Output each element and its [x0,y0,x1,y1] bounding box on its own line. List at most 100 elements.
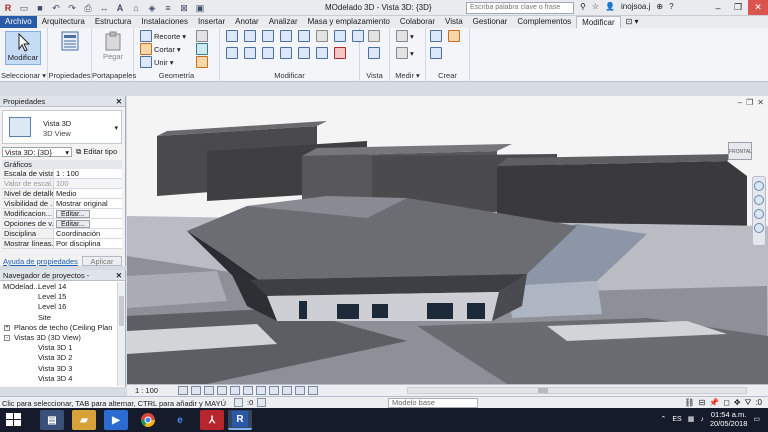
vp-close-icon[interactable]: ✕ [757,98,764,107]
align-icon[interactable] [226,30,238,42]
crop-view-icon[interactable] [242,386,253,395]
acrobat-icon[interactable]: ⅄ [200,410,224,430]
browser-item[interactable]: Vista 3D 2 [0,353,118,363]
temp-hide-icon[interactable] [281,386,292,395]
binoculars-icon[interactable]: ⚲ [580,2,586,11]
zoom-icon[interactable] [754,195,764,205]
scale-icon[interactable] [316,47,328,59]
text-icon[interactable]: A [114,2,126,14]
delete-icon[interactable] [334,47,346,59]
modify-button[interactable]: Modificar [5,31,41,65]
vp-minimize-icon[interactable]: – [738,98,742,107]
tab-anotar[interactable]: Anotar [230,16,264,28]
revit-taskbar-icon[interactable]: R [228,410,252,430]
offset-icon[interactable] [244,30,256,42]
redo-icon[interactable]: ↷ [66,2,78,14]
browser-item[interactable]: Vista 3D 4 [0,374,118,384]
restore-icon[interactable]: ❐ [728,0,748,15]
tab-instalaciones[interactable]: Instalaciones [136,16,193,28]
move-icon[interactable] [226,47,238,59]
steering-wheel-icon[interactable] [754,181,764,191]
open-icon[interactable]: ▭ [18,2,30,14]
chrome-icon[interactable] [136,410,160,430]
browser-item[interactable]: Vista 3D 3 [0,364,118,374]
tab-masa-emplazamiento[interactable]: Masa y emplazamiento [303,16,395,28]
view-cube[interactable]: FRONTAL [722,136,758,166]
group-graphics[interactable]: Gráficos [2,160,122,169]
tab-archivo[interactable]: Archivo [0,16,37,28]
filter-icon[interactable]: ⛛ [745,398,752,408]
clock[interactable]: 01:54 a.m. 20/05/2018 [710,410,748,428]
print-icon[interactable]: ⎙ [82,2,94,14]
section-icon[interactable]: ◈ [146,2,158,14]
edit-type-button[interactable]: ⧉ Editar tipo [76,147,117,157]
close-browser-icon[interactable]: ✕ [116,270,122,281]
apply-button[interactable]: Aplicar [82,256,122,266]
browser-item[interactable]: + Planos de techo (Ceiling Plan [0,323,118,333]
file-explorer-icon[interactable]: ▤ [40,410,64,430]
collapse-icon[interactable]: - [4,334,10,341]
lock-3d-icon[interactable] [268,386,279,395]
mirror-draw-icon[interactable] [280,30,292,42]
browser-item[interactable]: - Vistas 3D (3D View) [0,333,118,343]
tray-arrow-icon[interactable]: ⌃ [660,415,666,423]
split-gap-icon[interactable] [316,30,328,42]
create-assembly-icon[interactable] [430,30,442,42]
building-model[interactable] [127,96,768,384]
view-cube-face[interactable]: FRONTAL [728,142,752,160]
join-button[interactable]: Unir ▾ [140,56,174,68]
hide-icon[interactable] [368,30,380,42]
search-input[interactable]: Escriba palabra clave o frase [466,2,574,14]
notifications-icon[interactable]: ▭ [753,415,760,423]
browser-scrollbar[interactable] [117,282,125,386]
tab-colaborar[interactable]: Colaborar [395,16,440,28]
split-icon[interactable] [298,30,310,42]
copy-icon[interactable] [244,47,256,59]
sun-path-icon[interactable] [203,386,214,395]
user-name[interactable]: inojsoa.j [621,2,650,11]
reveal-hidden-icon[interactable] [294,386,305,395]
demolish-icon[interactable] [196,30,208,42]
browser-item[interactable]: Level 15 [0,292,118,302]
worksets-icon[interactable] [234,398,243,407]
tab-complementos[interactable]: Complementos [512,16,576,28]
switch-windows-icon[interactable]: ▣ [194,2,206,14]
type-selector[interactable]: Vista 3D 3D View ▾ [2,110,122,144]
override-icon[interactable] [368,47,380,59]
instance-select[interactable]: Vista 3D: {3D} ▾ [2,147,72,157]
split-face-icon[interactable] [196,43,208,55]
tab-vista[interactable]: Vista [440,16,468,28]
tab-estructura[interactable]: Estructura [90,16,136,28]
3d-view-icon[interactable]: ⌂ [130,2,142,14]
design-options-icon[interactable] [257,398,267,407]
volume-icon[interactable]: ♪ [700,416,704,423]
measure-icon[interactable]: ↔ [98,2,110,14]
undo-icon[interactable]: ↶ [50,2,62,14]
minimize-icon[interactable]: – [708,0,728,15]
create-group-icon[interactable] [430,47,442,59]
cart-icon[interactable]: ⊕ [656,2,663,11]
shadows-icon[interactable] [216,386,227,395]
analysis-icon[interactable] [307,386,318,395]
tab-arquitectura[interactable]: Arquitectura [37,16,90,28]
expand-icon[interactable]: + [4,324,10,331]
drag-elements-icon[interactable]: ✥ [734,398,741,408]
close-panel-icon[interactable]: ✕ [116,96,122,107]
tab-insertar[interactable]: Insertar [193,16,230,28]
detail-level-icon[interactable] [177,386,188,395]
select-group-label[interactable]: Seleccionar ▾ [0,71,47,80]
trim-icon[interactable] [280,47,292,59]
revit-logo-icon[interactable]: R [2,2,14,14]
dimension-icon[interactable] [396,47,408,59]
3d-viewport[interactable]: – ❐ ✕ FRONTAL [127,96,768,384]
media-player-icon[interactable]: ▶ [104,410,128,430]
visual-style-icon[interactable] [190,386,201,395]
tab-analizar[interactable]: Analizar [264,16,303,28]
browser-item[interactable]: Level 14 [0,282,118,292]
folder-icon[interactable]: ▰ [72,410,96,430]
browser-scroll-thumb[interactable] [119,296,124,326]
view-scale[interactable]: 1 : 100 [135,386,158,395]
close-hidden-icon[interactable]: ⊠ [178,2,190,14]
measure-icon[interactable] [396,30,408,42]
windows-start-icon[interactable] [4,412,24,428]
